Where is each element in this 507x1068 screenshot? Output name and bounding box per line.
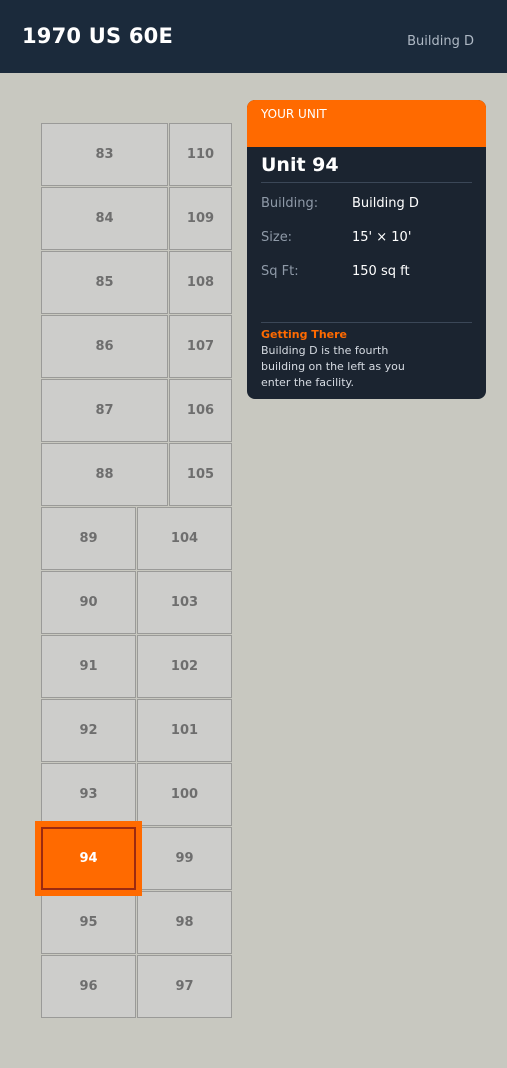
your-unit-label: YOUR UNIT (261, 107, 327, 121)
unit-cell[interactable]: 92 (41, 699, 136, 762)
unit-cell[interactable]: 89 (41, 507, 136, 570)
unit-cell[interactable]: 105 (169, 443, 232, 506)
facility-address-title: 1970 US 60E (22, 24, 174, 48)
unit-cell[interactable]: 101 (137, 699, 232, 762)
divider (261, 182, 472, 183)
building-row-value: Building D (352, 196, 419, 211)
building-row-label: Building: (261, 196, 319, 211)
unit-cell[interactable]: 100 (137, 763, 232, 826)
unit-cell[interactable]: 102 (137, 635, 232, 698)
unit-cell[interactable]: 106 (169, 379, 232, 442)
unit-cell[interactable]: 85 (41, 251, 168, 314)
unit-cell[interactable]: 108 (169, 251, 232, 314)
unit-title: Unit 94 (261, 154, 339, 176)
unit-cell-selected[interactable]: 94 (35, 821, 142, 896)
unit-cell[interactable]: 97 (137, 955, 232, 1018)
unit-cell[interactable]: 84 (41, 187, 168, 250)
size-row-value: 15' × 10' (352, 230, 412, 245)
unit-cell[interactable]: 96 (41, 955, 136, 1018)
unit-cell[interactable]: 110 (169, 123, 232, 186)
unit-cell[interactable]: 107 (169, 315, 232, 378)
getting-there-heading: Getting There (261, 328, 347, 341)
unit-cell[interactable]: 103 (137, 571, 232, 634)
your-unit-band: YOUR UNIT (247, 100, 486, 147)
unit-cell[interactable]: 95 (41, 891, 136, 954)
unit-cell[interactable]: 91 (41, 635, 136, 698)
size-row-label: Size: (261, 230, 293, 245)
unit-cell[interactable]: 99 (137, 827, 232, 890)
divider (261, 322, 472, 323)
sqft-row-value: 150 sq ft (352, 264, 410, 279)
building-name: Building D (407, 34, 474, 49)
unit-cell[interactable]: 86 (41, 315, 168, 378)
unit-info-card: YOUR UNIT Unit 94 Building: Building D S… (247, 100, 486, 399)
unit-cell[interactable]: 90 (41, 571, 136, 634)
unit-cell[interactable]: 93 (41, 763, 136, 826)
unit-cell[interactable]: 83 (41, 123, 168, 186)
unit-cell[interactable]: 88 (41, 443, 168, 506)
unit-cell[interactable]: 87 (41, 379, 168, 442)
app-header: 1970 US 60E Building D (0, 0, 507, 73)
sqft-row-label: Sq Ft: (261, 264, 299, 279)
getting-there-text: Building D is the fourth building on the… (261, 344, 405, 389)
unit-cell[interactable]: 98 (137, 891, 232, 954)
unit-cell[interactable]: 104 (137, 507, 232, 570)
unit-cell[interactable]: 109 (169, 187, 232, 250)
